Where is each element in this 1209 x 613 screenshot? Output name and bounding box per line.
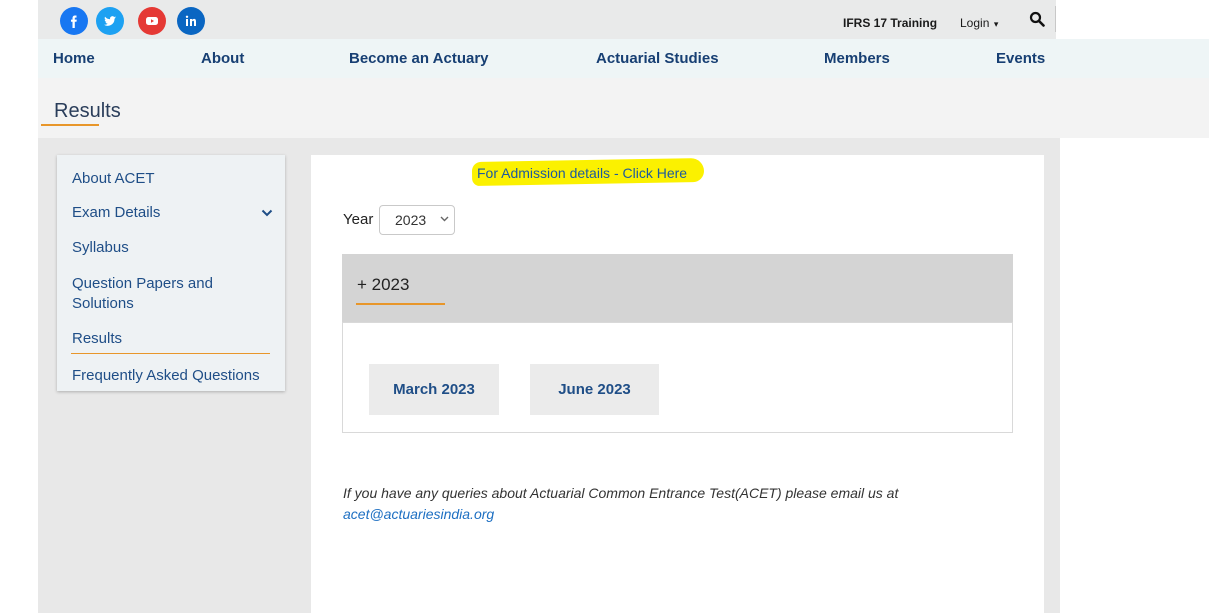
youtube-icon[interactable] [138, 7, 166, 35]
nav-about[interactable]: About [201, 50, 244, 67]
query-text: If you have any queries about Actuarial … [343, 485, 899, 501]
sidebar-item-faq[interactable]: Frequently Asked Questions [72, 366, 260, 386]
june-2023-button[interactable]: June 2023 [530, 364, 659, 415]
twitter-icon[interactable] [96, 7, 124, 35]
ifrs-training-link[interactable]: IFRS 17 Training [843, 16, 937, 30]
page-title-underline [41, 124, 99, 126]
march-2023-button[interactable]: March 2023 [369, 364, 499, 415]
nav-events[interactable]: Events [996, 50, 1045, 67]
accordion-title-underline [356, 303, 445, 305]
nav-become-an-actuary[interactable]: Become an Actuary [349, 50, 489, 67]
chevron-down-icon [440, 216, 449, 222]
sidebar-item-about-acet[interactable]: About ACET [72, 169, 155, 189]
chevron-down-icon: ▾ [991, 19, 999, 29]
year-select-value: 2023 [395, 212, 427, 228]
sidebar [57, 155, 285, 391]
chevron-down-icon[interactable] [261, 209, 273, 217]
nav-actuarial-studies[interactable]: Actuarial Studies [596, 50, 719, 67]
top-bar-divider [1055, 6, 1056, 32]
accordion-title: + 2023 [357, 275, 410, 294]
login-label: Login [960, 16, 990, 30]
admission-details-link[interactable]: For Admission details - Click Here [477, 165, 687, 181]
linkedin-icon[interactable] [177, 7, 205, 35]
nav-members[interactable]: Members [824, 50, 890, 67]
year-label: Year [343, 211, 374, 228]
facebook-icon[interactable] [60, 7, 88, 35]
contact-email-link[interactable]: acet@actuariesindia.org [343, 506, 494, 522]
page-title-band [38, 78, 1209, 138]
query-notice: If you have any queries about Actuarial … [343, 483, 1023, 525]
sidebar-item-syllabus[interactable]: Syllabus [72, 238, 129, 258]
page-title: Results [54, 100, 121, 122]
nav-home[interactable]: Home [53, 50, 95, 67]
sidebar-item-exam-details[interactable]: Exam Details [72, 203, 160, 223]
login-dropdown[interactable]: Login ▾ [960, 16, 998, 30]
accordion-header[interactable] [342, 254, 1013, 322]
top-bar-right [1056, 0, 1209, 39]
sidebar-active-underline [71, 353, 270, 354]
sidebar-item-question-papers[interactable]: Question Papers and Solutions [72, 274, 262, 314]
search-icon[interactable] [1029, 11, 1045, 27]
sidebar-item-results[interactable]: Results [72, 329, 122, 349]
